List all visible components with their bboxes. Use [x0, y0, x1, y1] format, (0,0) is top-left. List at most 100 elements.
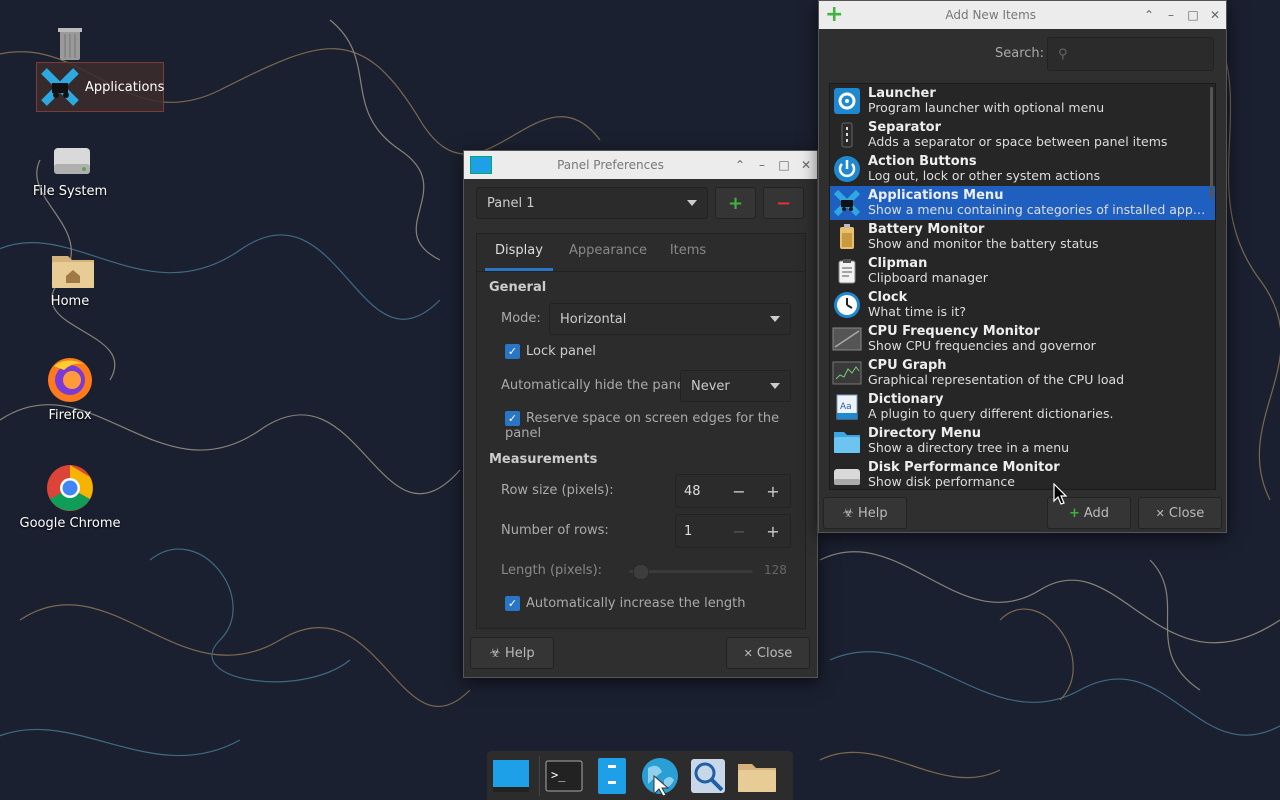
web-browser-icon[interactable]: [640, 756, 680, 796]
item-name: Disk Performance Monitor: [868, 460, 1060, 475]
minimize-button[interactable]: –: [1160, 8, 1182, 22]
app-finder-icon[interactable]: [688, 756, 728, 796]
increment-button[interactable]: +: [756, 482, 790, 501]
folder-icon[interactable]: [736, 756, 776, 796]
panel-preferences-window: Panel Preferences ⌃ – □ ✕ Panel 1 + − Di…: [463, 150, 818, 678]
close-window-button[interactable]: ✕: [795, 158, 817, 172]
desktop-icon-applications[interactable]: Applications: [40, 66, 164, 108]
close-icon: ✕: [743, 646, 753, 660]
help-button[interactable]: ☣ Help: [823, 497, 907, 529]
list-item[interactable]: Clock What time is it?: [830, 288, 1215, 322]
autohide-label: Automatically hide the panel:: [501, 378, 693, 393]
autohide-value: Never: [691, 378, 730, 394]
desktop-icon-file-system[interactable]: File System: [15, 140, 125, 199]
dictionary-icon: Aa: [832, 392, 862, 422]
reserve-space-checkbox[interactable]: ✓ Reserve space on screen edges for the p…: [505, 411, 805, 441]
svg-text:Aa: Aa: [840, 402, 852, 412]
item-description: A plugin to query different dictionaries…: [868, 407, 1114, 421]
list-item[interactable]: Battery Monitor Show and monitor the batt…: [830, 220, 1215, 254]
tab-items[interactable]: Items: [663, 234, 713, 271]
file-manager-icon[interactable]: [592, 756, 632, 796]
item-name: Clock: [868, 290, 908, 305]
lock-panel-checkbox[interactable]: ✓ Lock panel: [505, 344, 596, 359]
panel-prefs-app-icon: [470, 156, 492, 174]
list-item[interactable]: CPU Graph Graphical representation of the…: [830, 356, 1215, 390]
close-button[interactable]: ✕ Close: [726, 637, 810, 669]
minimize-button[interactable]: –: [751, 158, 773, 172]
desktop-icon-label: Firefox: [48, 408, 92, 423]
measurements-heading: Measurements: [489, 452, 598, 467]
desktop-icon-label: Home: [50, 294, 90, 309]
tab-appearance[interactable]: Appearance: [553, 234, 663, 271]
remove-panel-button[interactable]: −: [763, 187, 804, 219]
slider-handle[interactable]: [633, 564, 649, 580]
add-panel-button[interactable]: +: [715, 187, 756, 219]
list-item[interactable]: Disk Performance Monitor Show disk perfor…: [830, 458, 1215, 489]
search-input[interactable]: ⚲: [1047, 37, 1214, 71]
checkmark-icon: ✓: [505, 596, 520, 611]
desktop-icon-home[interactable]: Home: [15, 250, 125, 309]
list-item[interactable]: Applications Menu Show a menu containing …: [830, 186, 1215, 220]
list-item[interactable]: Clipman Clipboard manager: [830, 254, 1215, 288]
desktop-icon-firefox[interactable]: Firefox: [15, 356, 125, 423]
list-item[interactable]: Launcher Program launcher with optional m…: [830, 84, 1215, 118]
maximize-button[interactable]: □: [1182, 8, 1204, 22]
window-title: Add New Items: [945, 8, 1037, 22]
list-item[interactable]: Directory Menu Show a directory tree in a…: [830, 424, 1215, 458]
mode-label: Mode:: [501, 311, 541, 326]
close-window-button[interactable]: ✕: [1204, 8, 1226, 22]
chevron-down-icon: [687, 200, 697, 206]
chevron-down-icon: [770, 316, 780, 322]
list-item[interactable]: Action Buttons Log out, lock or other sys…: [830, 152, 1215, 186]
item-description: Clipboard manager: [868, 271, 988, 285]
row-size-value: 48: [684, 483, 701, 499]
add-icon: +: [1068, 505, 1080, 521]
item-name: CPU Frequency Monitor: [868, 324, 1040, 339]
clock-icon: [832, 290, 862, 320]
item-description: Show and monitor the battery status: [868, 237, 1099, 251]
close-icon: ✕: [1155, 506, 1165, 520]
item-description: What time is it?: [868, 305, 966, 319]
search-label: Search:: [995, 46, 1045, 61]
desktop-icon-label: Google Chrome: [19, 516, 121, 531]
show-desktop-icon[interactable]: [491, 756, 531, 796]
mode-select[interactable]: Horizontal: [549, 303, 791, 335]
autohide-select[interactable]: Never: [680, 370, 791, 402]
plugin-list[interactable]: Launcher Program launcher with optional m…: [829, 83, 1216, 490]
svg-text:>_: >_: [551, 768, 566, 782]
list-item[interactable]: Aa Dictionary A plugin to query different …: [830, 390, 1215, 424]
increment-button[interactable]: +: [756, 522, 790, 541]
help-button[interactable]: ☣ Help: [470, 637, 554, 669]
list-item[interactable]: CPU Frequency Monitor Show CPU frequencie…: [830, 322, 1215, 356]
collapse-button[interactable]: ⌃: [729, 158, 751, 172]
rows-spinner[interactable]: 1 − +: [675, 514, 791, 548]
item-name: Battery Monitor: [868, 222, 985, 237]
close-button[interactable]: ✕ Close: [1138, 497, 1222, 529]
item-description: Adds a separator or space between panel …: [868, 135, 1168, 149]
item-name: Launcher: [868, 86, 936, 101]
maximize-button[interactable]: □: [773, 158, 795, 172]
panel-select[interactable]: Panel 1: [476, 187, 708, 219]
chrome-icon: [46, 464, 94, 512]
battery-icon: [832, 222, 862, 252]
window-title: Panel Preferences: [557, 158, 664, 172]
item-description: Show a menu containing categories of ins…: [868, 203, 1208, 217]
titlebar: Panel Preferences ⌃ – □ ✕: [464, 151, 817, 179]
auto-increase-checkbox[interactable]: ✓ Automatically increase the length: [505, 596, 746, 611]
cpu-graph-icon: [832, 358, 862, 388]
item-name: Separator: [868, 120, 941, 135]
scrollbar[interactable]: [1210, 87, 1213, 199]
chevron-down-icon: [770, 383, 780, 389]
list-item[interactable]: Separator Adds a separator or space betwe…: [830, 118, 1215, 152]
collapse-button[interactable]: ⌃: [1138, 8, 1160, 22]
firefox-icon: [46, 356, 94, 404]
row-size-spinner[interactable]: 48 − +: [675, 474, 791, 508]
help-icon: ☣: [489, 645, 501, 661]
decrement-button[interactable]: −: [722, 482, 756, 501]
terminal-icon[interactable]: >_: [539, 755, 584, 796]
length-slider[interactable]: [629, 564, 753, 580]
desktop-icon-chrome[interactable]: Google Chrome: [15, 464, 125, 531]
decrement-button[interactable]: −: [722, 522, 756, 541]
tab-display[interactable]: Display: [485, 234, 553, 271]
item-name: Clipman: [868, 256, 928, 271]
